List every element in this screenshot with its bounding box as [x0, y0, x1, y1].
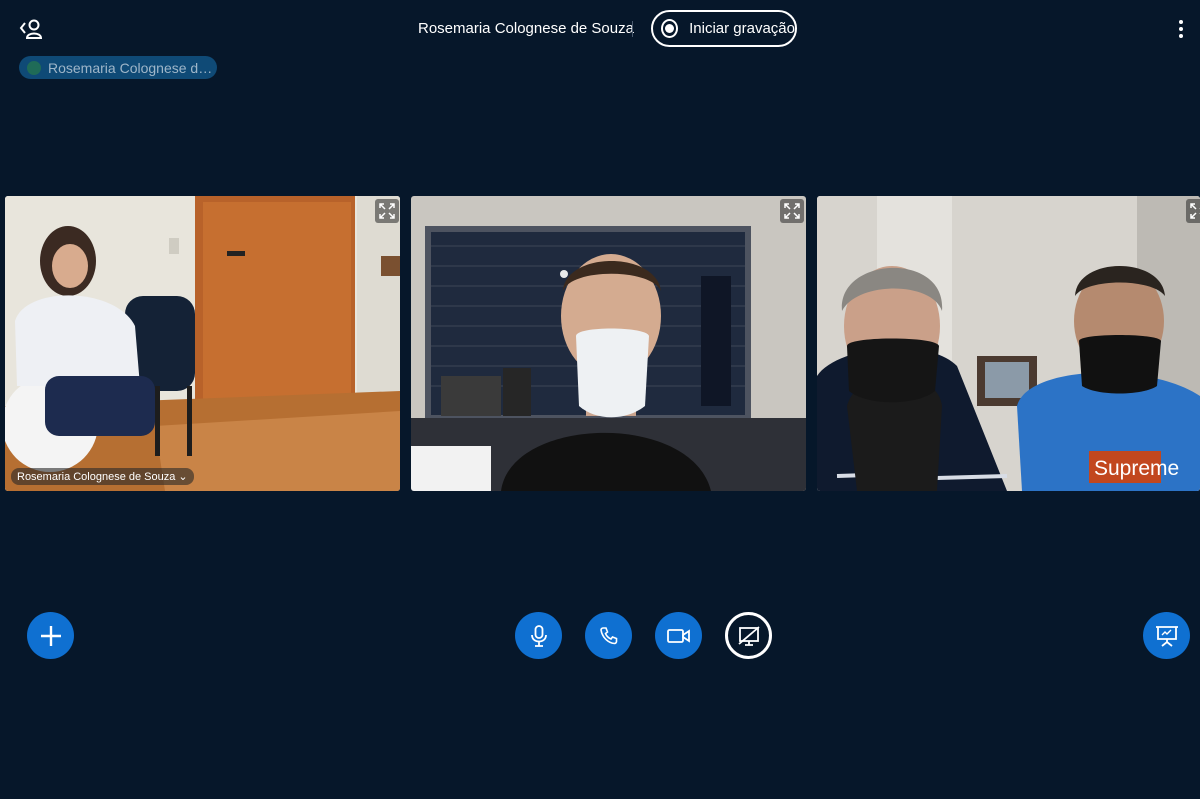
title-divider: [632, 21, 633, 37]
video-stream: Supreme: [817, 196, 1200, 491]
phone-icon: [599, 626, 617, 644]
more-options-button[interactable]: [1168, 14, 1194, 44]
video-user-label[interactable]: Rosemaria Colognese de Souza ⌄: [11, 468, 194, 485]
talker-avatar: [27, 60, 41, 75]
fullscreen-icon: [784, 203, 800, 219]
shirt-logo-text: Supreme: [1094, 457, 1179, 480]
presentation-button[interactable]: [1143, 612, 1190, 659]
screen-share-button[interactable]: [725, 612, 772, 659]
screen-share-off-icon: [737, 625, 760, 646]
conference-app: Rosemaria Colognese de Souza Iniciar gra…: [0, 0, 1200, 799]
users-list-toggle[interactable]: [14, 12, 48, 46]
top-bar: Rosemaria Colognese de Souza Iniciar gra…: [0, 0, 1200, 56]
users-toggle-icon: [19, 19, 43, 39]
microphone-button[interactable]: [515, 612, 562, 659]
record-icon: [661, 19, 679, 38]
fullscreen-icon: [379, 203, 395, 219]
talker-name: Rosemaria Colognese de Souza: [48, 59, 217, 76]
video-tile: Rosemaria Colognese de Souza ⌄: [5, 196, 400, 491]
fullscreen-button[interactable]: [1186, 199, 1200, 223]
video-stream: [5, 196, 400, 491]
video-camera-icon: [666, 628, 690, 643]
camera-button[interactable]: [655, 612, 702, 659]
actions-button[interactable]: [27, 612, 74, 659]
fullscreen-button[interactable]: [780, 199, 804, 223]
video-stream: [411, 196, 806, 491]
current-talker-indicator[interactable]: Rosemaria Colognese de Souza: [19, 56, 217, 79]
meeting-title: Rosemaria Colognese de Souza: [418, 20, 634, 37]
microphone-icon: [530, 624, 547, 647]
more-options-icon: [1179, 20, 1183, 24]
video-tile: Supreme: [817, 196, 1200, 491]
fullscreen-icon: [1190, 203, 1200, 219]
record-label: Iniciar gravação: [689, 20, 795, 37]
fullscreen-button[interactable]: [375, 199, 399, 223]
start-recording-button[interactable]: Iniciar gravação: [651, 10, 797, 47]
video-tile: [411, 196, 806, 491]
plus-icon: [40, 625, 61, 646]
presentation-icon: [1155, 625, 1178, 647]
audio-phone-button[interactable]: [585, 612, 632, 659]
